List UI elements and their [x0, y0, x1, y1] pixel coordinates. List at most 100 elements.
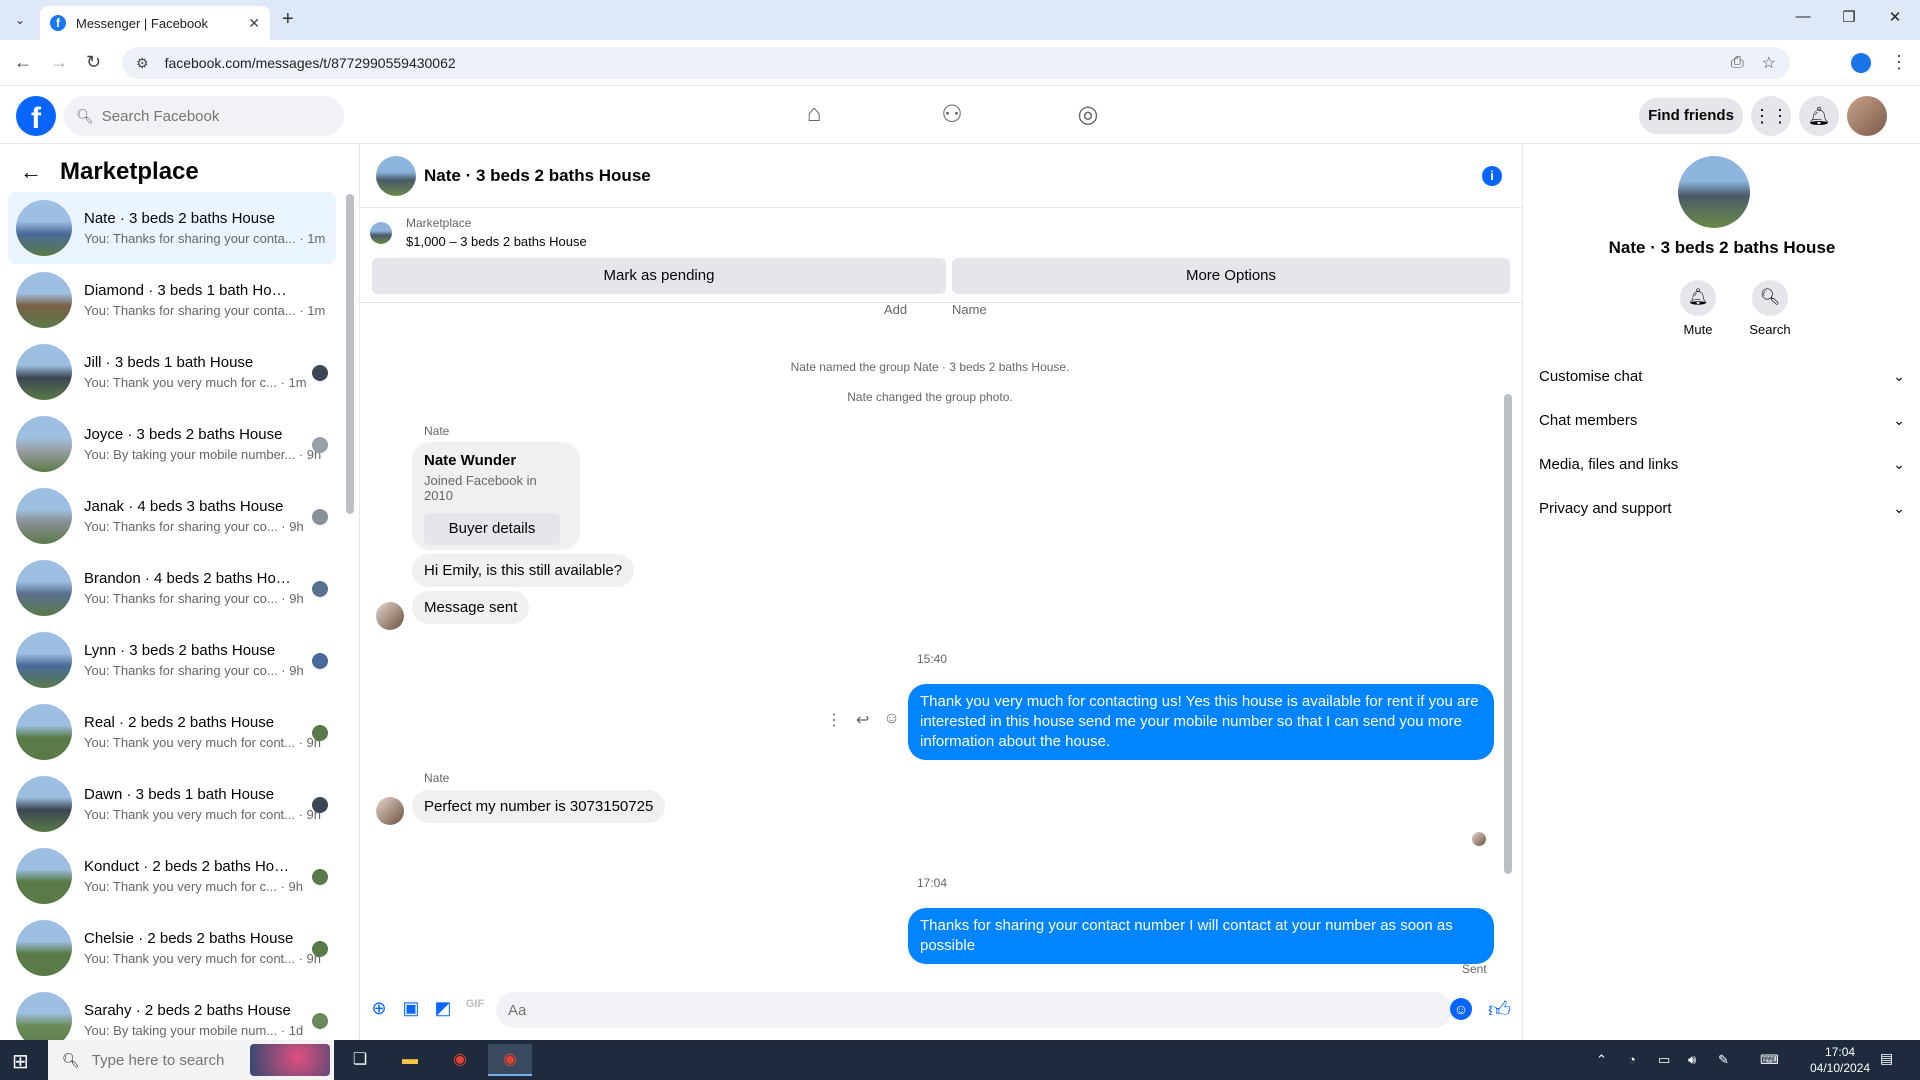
forward-icon[interactable]: → — [50, 52, 68, 73]
chrome-active-icon[interactable]: ◉ — [488, 1044, 532, 1076]
address-bar[interactable]: ⚙ facebook.com/messages/t/87729905594300… — [122, 47, 1790, 79]
chat-scrollbar[interactable] — [1504, 394, 1512, 874]
info-icon[interactable]: i — [1482, 166, 1502, 186]
incoming-message[interactable]: Hi Emily, is this still available? — [412, 554, 635, 587]
section-privacy-support[interactable]: Privacy and support ⌄ — [1539, 490, 1905, 526]
task-view-icon[interactable]: ❏ — [338, 1044, 382, 1076]
conversation-item[interactable]: Janak · 4 beds 3 baths House You: Thanks … — [8, 480, 336, 552]
bookmark-star-icon[interactable]: ☆ — [1762, 53, 1776, 73]
read-receipt-avatar — [312, 509, 328, 525]
conversation-item[interactable]: Dawn · 3 beds 1 bath House You: Thank you… — [8, 768, 336, 840]
buyer-profile-card: Nate Wunder Joined Facebook in 2010 Buye… — [412, 442, 580, 550]
conversation-item[interactable]: Jill · 3 beds 1 bath House You: Thank you… — [8, 336, 336, 408]
facebook-search[interactable]: 🔍︎ — [64, 96, 344, 136]
plus-circle-icon[interactable]: ⊕ — [368, 998, 390, 1020]
battery-icon[interactable]: ▭ — [1658, 1052, 1670, 1068]
sender-avatar[interactable] — [376, 797, 404, 825]
search-highlight-image — [250, 1044, 330, 1076]
message-composer: ⊕ ▣ ◩ GIF ☺ 👍︎ — [360, 984, 1522, 1036]
network-icon[interactable]: ◔ — [1628, 1052, 1636, 1067]
incoming-message[interactable]: Message sent — [412, 591, 530, 624]
incoming-message[interactable]: Perfect my number is 3073150725 — [412, 790, 666, 823]
gif-icon[interactable]: GIF — [464, 998, 486, 1020]
taskbar-search-input[interactable] — [91, 1051, 252, 1069]
conversation-item[interactable]: Brandon · 4 beds 2 baths Hou... You: Than… — [8, 552, 336, 624]
thumbs-up-icon[interactable]: 👍︎ — [1488, 996, 1511, 1023]
account-avatar[interactable] — [1847, 96, 1887, 136]
listing-summary[interactable]: Marketplace $1,000 – 3 beds 2 baths Hous… — [370, 216, 587, 249]
install-app-icon[interactable]: ⎙ — [1731, 54, 1744, 72]
mark-as-pending-button[interactable]: Mark as pending — [372, 258, 946, 294]
more-options-button[interactable]: More Options — [952, 258, 1510, 294]
restore-icon[interactable]: ❐ — [1826, 8, 1872, 26]
conversation-text: Joyce · 3 beds 2 baths House You: By taki… — [84, 426, 336, 462]
section-label: Media, files and links — [1539, 455, 1679, 473]
conversation-item[interactable]: Sarahy · 2 beds 2 baths House You: By tak… — [8, 984, 336, 1040]
tab-search-button[interactable]: ⌄ — [10, 10, 30, 30]
conversation-preview: You: Thank you very much for c... · 1m — [84, 375, 307, 390]
url-text[interactable]: facebook.com/messages/t/8772990559430062 — [165, 55, 1713, 71]
facebook-search-input[interactable] — [101, 107, 322, 125]
pen-icon[interactable]: ✎ — [1718, 1052, 1729, 1068]
friends-icon[interactable]: ⚇ — [932, 100, 972, 130]
outgoing-message[interactable]: Thank you very much for contacting us! Y… — [908, 684, 1494, 760]
conversation-item[interactable]: Chelsie · 2 beds 2 baths House You: Thank… — [8, 912, 336, 984]
seen-indicator-avatar — [1472, 832, 1486, 846]
notification-center-icon[interactable]: ▤ — [1880, 1050, 1893, 1067]
photo-icon[interactable]: ▣ — [400, 998, 422, 1020]
reply-icon[interactable]: ↩ — [856, 710, 869, 730]
chat-title[interactable]: Nate · 3 beds 2 baths House — [424, 166, 651, 186]
buyer-details-button[interactable]: Buyer details — [424, 513, 560, 545]
home-icon[interactable]: ⌂ — [794, 100, 834, 130]
conversation-item[interactable]: Diamond · 3 beds 1 bath House You: Thanks… — [8, 264, 336, 336]
site-info-icon[interactable]: ⚙ — [136, 55, 149, 72]
mute-button[interactable]: 🔔︎ Mute — [1668, 280, 1728, 337]
search-in-conversation-button[interactable]: 🔍︎ Search — [1740, 280, 1800, 337]
taskbar-clock[interactable]: 17:04 04/10/2024 — [1810, 1044, 1870, 1076]
buyer-name: Nate Wunder — [424, 452, 517, 469]
close-tab-icon[interactable]: ✕ — [248, 15, 260, 32]
chat-avatar[interactable] — [376, 156, 416, 196]
read-receipt-avatar — [312, 437, 328, 453]
browser-tab[interactable]: f Messenger | Facebook ✕ — [40, 6, 270, 40]
sender-avatar[interactable] — [376, 602, 404, 630]
back-icon[interactable]: ← — [14, 52, 32, 73]
reload-icon[interactable]: ↻ — [86, 52, 101, 73]
conversation-item[interactable]: Joyce · 3 beds 2 baths House You: By taki… — [8, 408, 336, 480]
section-chat-members[interactable]: Chat members ⌄ — [1539, 402, 1905, 438]
menu-grid-icon[interactable]: ⋮⋮ — [1751, 96, 1791, 136]
section-media-files-links[interactable]: Media, files and links ⌄ — [1539, 446, 1905, 482]
conversation-item[interactable]: Lynn · 3 beds 2 baths House You: Thanks f… — [8, 624, 336, 696]
facebook-logo-icon[interactable]: f — [16, 96, 56, 136]
new-tab-button[interactable]: + — [282, 8, 294, 31]
list-scrollbar[interactable] — [346, 194, 354, 514]
more-icon[interactable]: ⋮ — [826, 710, 842, 730]
file-explorer-icon[interactable]: ▬ — [388, 1044, 432, 1076]
notifications-bell-icon[interactable]: 🔔︎ — [1799, 96, 1839, 136]
conversation-preview: You: Thanks for sharing your co... · 9h — [84, 519, 304, 534]
react-emoji-icon[interactable]: ☺ — [883, 710, 899, 730]
browser-profile-icon[interactable] — [1851, 53, 1871, 73]
keyboard-icon[interactable]: ⌨ — [1760, 1052, 1779, 1068]
volume-icon[interactable]: 🔊︎ — [1688, 1052, 1696, 1068]
message-input[interactable] — [496, 992, 1452, 1028]
browser-menu-icon[interactable]: ⋮ — [1890, 52, 1908, 73]
section-customise-chat[interactable]: Customise chat ⌄ — [1539, 358, 1905, 394]
conversation-item[interactable]: Konduct · 2 beds 2 baths House You: Thank… — [8, 840, 336, 912]
minimize-icon[interactable]: — — [1780, 8, 1826, 25]
conversation-item[interactable]: Real · 2 beds 2 baths House You: Thank yo… — [8, 696, 336, 768]
show-hidden-icons-icon[interactable]: ⌃ — [1596, 1052, 1607, 1068]
conversation-avatar[interactable] — [1678, 156, 1750, 228]
windows-start-icon[interactable]: ⊞ — [12, 1049, 29, 1074]
back-arrow-icon[interactable]: ← — [20, 159, 42, 185]
chrome-icon[interactable]: ◉ — [438, 1044, 482, 1076]
groups-icon[interactable]: ◎ — [1068, 100, 1108, 130]
emoji-icon[interactable]: ☺ — [1450, 998, 1472, 1020]
conversation-item[interactable]: Nate · 3 beds 2 baths House You: Thanks f… — [8, 192, 336, 264]
facebook-header: f 🔍︎ ⌂ ⚇ ◎ Find friends ⋮⋮ 🔔︎ — [0, 86, 1920, 144]
outgoing-message[interactable]: Thanks for sharing your contact number I… — [908, 908, 1494, 964]
sticker-icon[interactable]: ◩ — [432, 998, 454, 1020]
conversation-name: Dawn · 3 beds 1 bath House — [84, 786, 275, 803]
find-friends-button[interactable]: Find friends — [1639, 98, 1743, 134]
close-window-icon[interactable]: ✕ — [1872, 8, 1918, 26]
